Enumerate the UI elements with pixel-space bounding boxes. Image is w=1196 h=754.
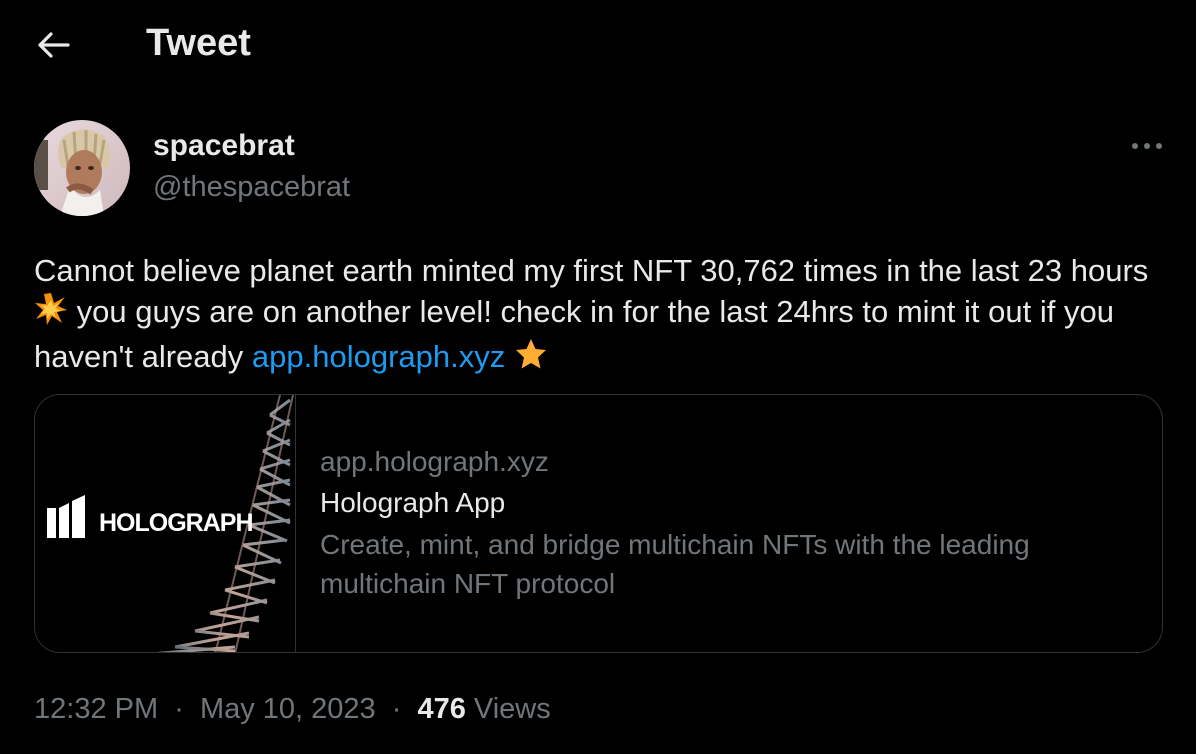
- card-title: Holograph App: [320, 487, 506, 518]
- tweet-text-part1: Cannot believe planet earth minted my fi…: [34, 253, 1149, 288]
- tweet-meta: 12:32 PM · May 10, 2023 · 476 Views: [34, 690, 551, 728]
- tweet-text: Cannot believe planet earth minted my fi…: [34, 250, 1174, 381]
- holograph-logo-icon: [47, 495, 85, 538]
- meta-separator: ·: [174, 693, 184, 725]
- tweet-time[interactable]: 12:32 PM: [34, 693, 158, 725]
- card-logo-text: HOLOGRAPH: [99, 509, 253, 537]
- author-handle[interactable]: @thespacebrat: [153, 170, 350, 204]
- views-label[interactable]: Views: [474, 693, 551, 725]
- card-description: Create, mint, and bridge multichain NFTs…: [320, 529, 1030, 599]
- views-count[interactable]: 476: [417, 693, 465, 725]
- meta-separator: ·: [391, 693, 402, 725]
- collision-emoji-icon: [34, 292, 68, 336]
- tweet-text-part2: you guys are on another level! check in …: [34, 294, 1114, 374]
- tweet-header: Tweet: [0, 0, 1196, 88]
- avatar-image: [34, 120, 130, 216]
- arrow-left-icon: [38, 32, 70, 58]
- link-preview-card[interactable]: HOLOGRAPH app.holograph.xyz Holograph Ap…: [34, 394, 1163, 653]
- card-domain: app.holograph.xyz: [320, 446, 549, 477]
- avatar[interactable]: [34, 120, 130, 216]
- card-thumbnail: HOLOGRAPH: [35, 395, 296, 652]
- back-button[interactable]: [30, 22, 76, 68]
- tweet-date[interactable]: May 10, 2023: [200, 693, 376, 725]
- card-body: app.holograph.xyz Holograph App Create, …: [320, 443, 1140, 603]
- tweet-link[interactable]: app.holograph.xyz: [252, 339, 505, 374]
- star-emoji-icon: [514, 337, 548, 381]
- more-horizontal-icon: [1132, 143, 1162, 149]
- more-options-button[interactable]: [1122, 128, 1172, 164]
- page-title: Tweet: [146, 22, 251, 64]
- author-display-name[interactable]: spacebrat: [153, 128, 295, 164]
